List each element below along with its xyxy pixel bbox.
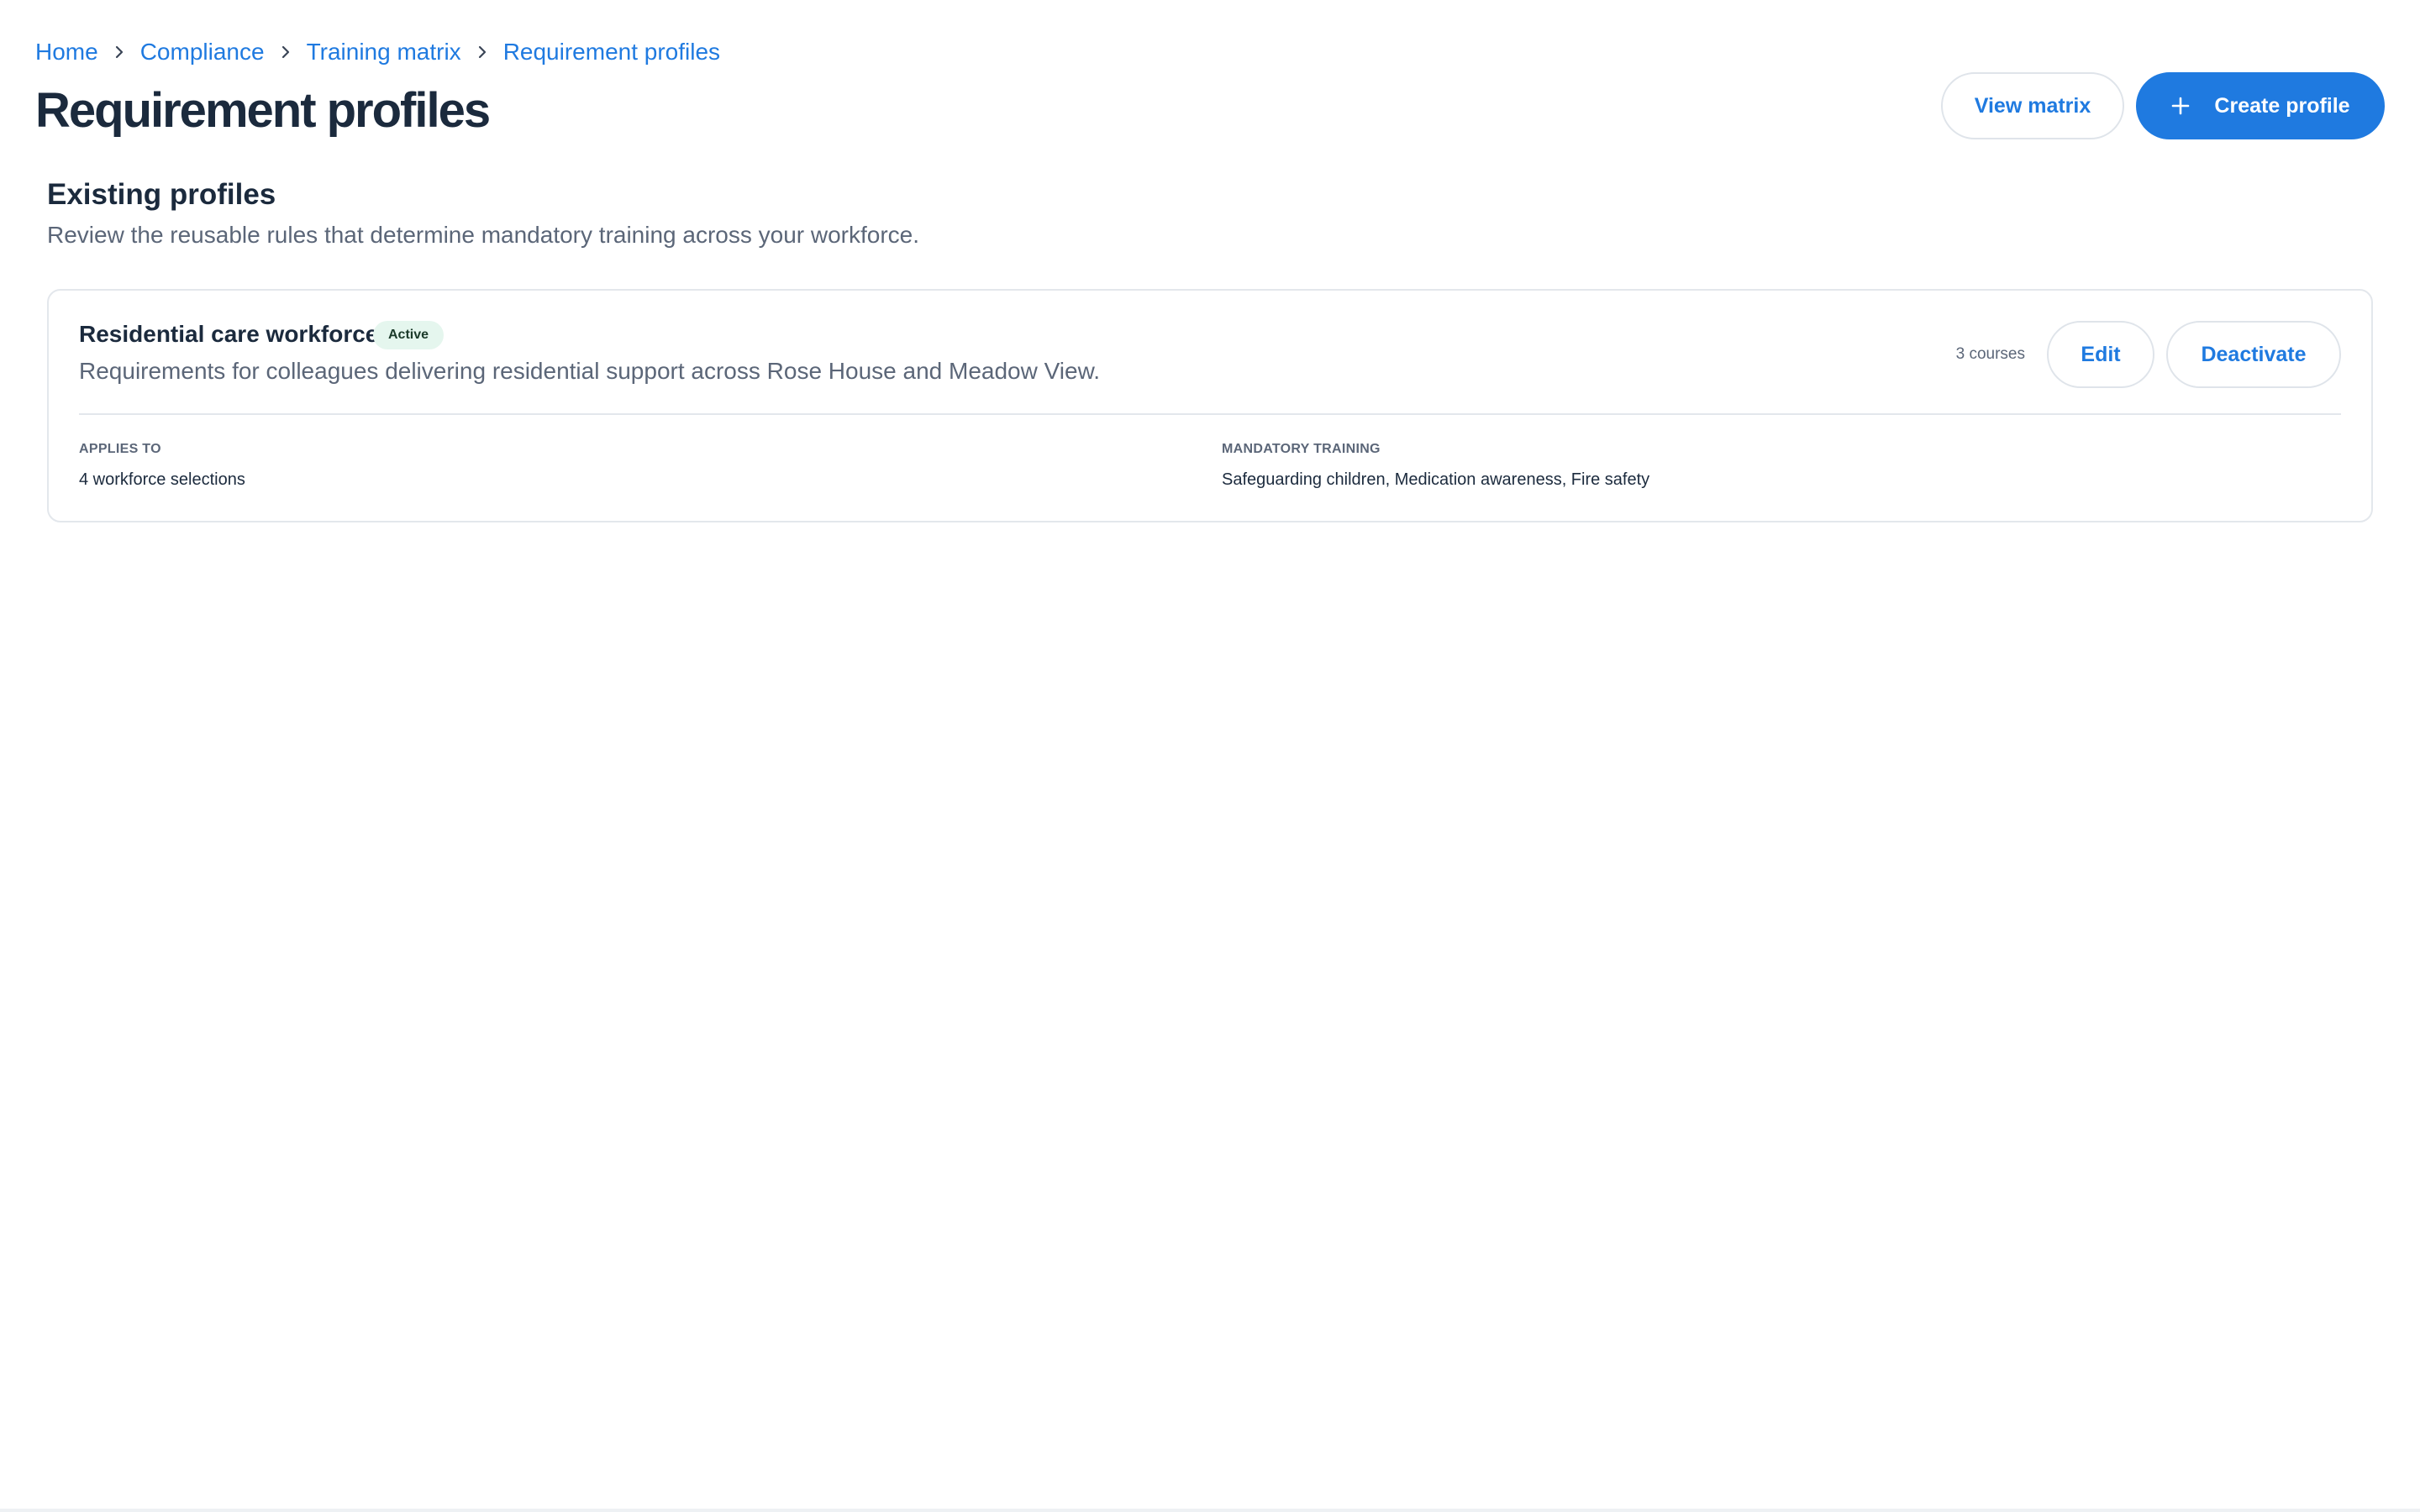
- requirement-profiles-page: Home Compliance Training matrix Requirem…: [0, 0, 2420, 1512]
- status-badge: Active: [373, 321, 445, 349]
- page-title: Requirement profiles: [35, 83, 491, 138]
- plus-icon: [2170, 96, 2191, 116]
- deactivate-button[interactable]: Deactivate: [2166, 321, 2341, 388]
- mandatory-training-value: Safeguarding children, Medication awaren…: [1222, 470, 1650, 489]
- view-matrix-label: View matrix: [1974, 93, 2091, 118]
- breadcrumb-home[interactable]: Home: [35, 39, 98, 66]
- mandatory-training-section: MANDATORY TRAINING Safeguarding children…: [1222, 442, 1649, 490]
- section-title: Existing profiles: [47, 178, 276, 211]
- breadcrumb: Home Compliance Training matrix Requirem…: [35, 37, 720, 67]
- profile-description: Requirements for colleagues delivering r…: [79, 358, 1101, 384]
- mandatory-training-label: MANDATORY TRAINING: [1222, 442, 1381, 456]
- chevron-right-icon: [265, 37, 307, 67]
- view-matrix-button[interactable]: View matrix: [1941, 72, 2124, 139]
- applies-to-label: APPLIES TO: [79, 442, 161, 456]
- section-description: Review the reusable rules that determine…: [47, 222, 920, 248]
- profile-actions: 3 courses Edit Deactivate: [1956, 321, 2341, 388]
- card-divider: [79, 413, 2341, 415]
- breadcrumb-training-matrix[interactable]: Training matrix: [307, 39, 461, 66]
- edit-button[interactable]: Edit: [2047, 321, 2154, 388]
- applies-to-section: APPLIES TO 4 workforce selections: [79, 442, 245, 490]
- breadcrumb-compliance[interactable]: Compliance: [140, 39, 265, 66]
- edit-label: Edit: [2081, 342, 2121, 366]
- deactivate-label: Deactivate: [2201, 342, 2307, 366]
- applies-to-value: 4 workforce selections: [79, 470, 245, 489]
- create-profile-label: Create profile: [2214, 93, 2350, 118]
- course-count: 3 courses: [1955, 345, 2025, 363]
- breadcrumb-requirement-profiles[interactable]: Requirement profiles: [503, 39, 720, 66]
- header-actions: View matrix Create profile: [1941, 72, 2385, 139]
- chevron-right-icon: [461, 37, 503, 67]
- bottom-divider: [0, 1509, 2420, 1512]
- profile-name: Residential care workforce: [79, 321, 379, 347]
- profile-card: Residential care workforce Active Requir…: [47, 289, 2373, 522]
- chevron-right-icon: [98, 37, 140, 67]
- create-profile-button[interactable]: Create profile: [2136, 72, 2385, 139]
